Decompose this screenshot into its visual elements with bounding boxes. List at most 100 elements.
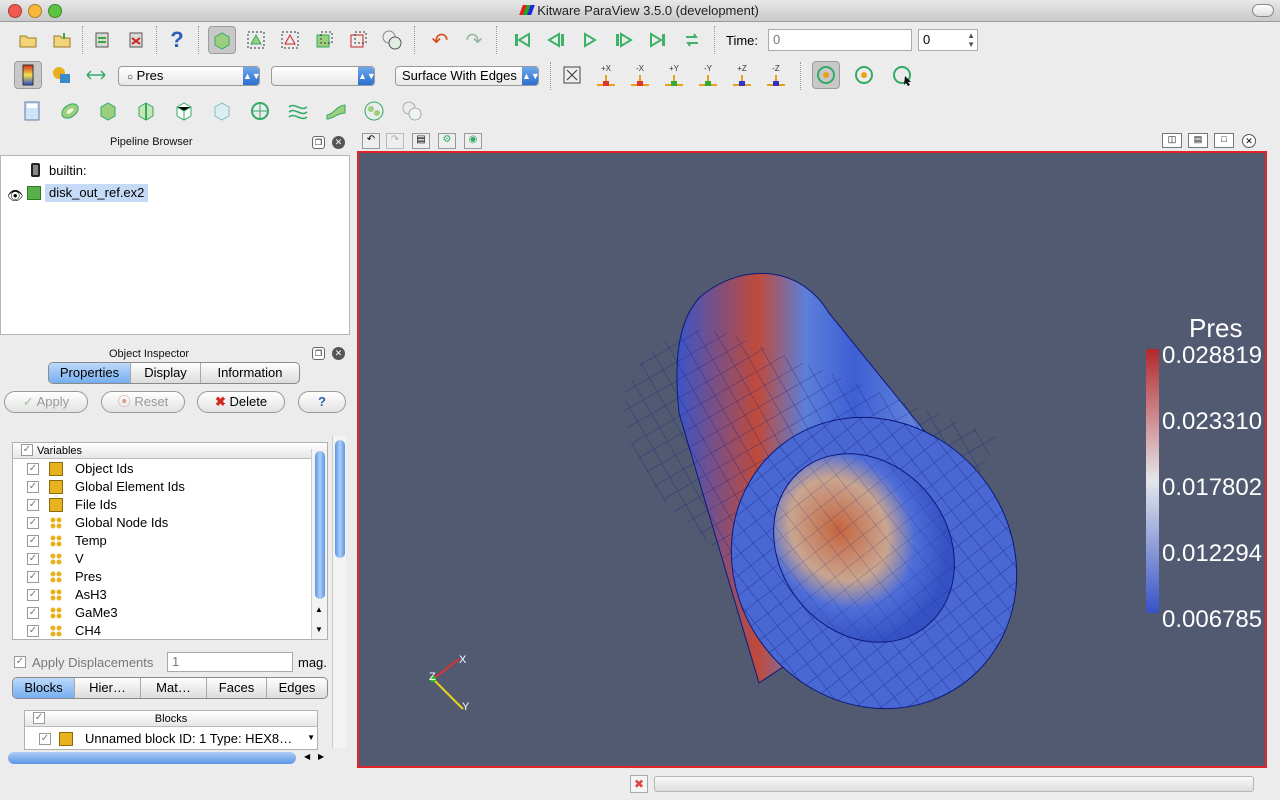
color-array-select[interactable]: ○ Pres ▲▼	[118, 66, 260, 86]
time-step-spinbox[interactable]: 0 ▲ ▼	[918, 29, 978, 51]
redo-icon[interactable]: ↷	[460, 26, 488, 54]
toolbar-toggle-button[interactable]	[1252, 4, 1274, 17]
component-select[interactable]: ▲▼	[271, 66, 375, 86]
select-cells-on-icon[interactable]	[242, 26, 270, 54]
scroll-right-icon[interactable]: ▶	[318, 752, 324, 761]
variable-checkbox[interactable]: ✓	[27, 499, 39, 511]
scroll-up-icon[interactable]: ▲	[315, 605, 323, 614]
open-recent-icon[interactable]	[48, 26, 76, 54]
variables-all-checkbox[interactable]: ✓	[21, 444, 33, 456]
undo-icon[interactable]: ↶	[426, 26, 454, 54]
select-block-icon[interactable]	[378, 26, 406, 54]
tab-blocks[interactable]: Blocks	[13, 678, 75, 698]
camera-view-button[interactable]: -Y	[694, 61, 722, 89]
tab-materials[interactable]: Mat…	[141, 678, 207, 698]
view-settings-icon[interactable]: ⚙	[438, 133, 456, 149]
camera-view-button[interactable]: -Z	[762, 61, 790, 89]
select-points-through-icon[interactable]	[344, 26, 372, 54]
variable-checkbox[interactable]: ✓	[27, 481, 39, 493]
maximize-view-icon[interactable]: □	[1214, 133, 1234, 148]
camera-view-button[interactable]: -X	[626, 61, 654, 89]
spreadsheet-icon[interactable]: ▤	[412, 133, 430, 149]
calculator-icon[interactable]	[18, 97, 46, 125]
close-panel-icon[interactable]: ✕	[332, 347, 345, 360]
variable-row[interactable]: ✓ Global Element Ids	[13, 478, 313, 496]
stream-tracer-icon[interactable]	[284, 97, 312, 125]
camera-view-button[interactable]: +X	[592, 61, 620, 89]
color-legend[interactable]: Pres 0.028819 0.023310 0.017802 0.012294 0.0…	[1146, 313, 1262, 633]
camera-redo-icon[interactable]: ↷	[386, 133, 404, 149]
close-panel-icon[interactable]: ✕	[332, 136, 345, 149]
rescale-range-icon[interactable]	[82, 61, 110, 89]
variable-row[interactable]: ✓ AsH3	[13, 586, 313, 604]
time-input[interactable]: 0	[768, 29, 912, 51]
split-horizontal-icon[interactable]: ◫	[1162, 133, 1182, 148]
variable-checkbox[interactable]: ✓	[27, 589, 39, 601]
interact-mode-icon[interactable]	[208, 26, 236, 54]
blocks-all-checkbox[interactable]: ✓	[33, 712, 45, 724]
variables-scrollbar[interactable]: ▲ ▼	[311, 449, 327, 639]
previous-frame-icon[interactable]	[542, 26, 570, 54]
tab-display[interactable]: Display	[131, 363, 201, 383]
color-legend-icon[interactable]	[48, 61, 76, 89]
inspector-scrollbar[interactable]	[332, 436, 346, 748]
float-panel-icon[interactable]: ❐	[312, 347, 325, 360]
render-view[interactable]: X Y Z Pres 0.028819 0.023310 0.017802 0.012…	[357, 151, 1267, 768]
close-view-icon[interactable]: ✕	[1242, 134, 1256, 148]
group-datasets-icon[interactable]	[360, 97, 388, 125]
scroll-down-icon[interactable]: ▼	[315, 625, 323, 634]
camera-view-button[interactable]: +Z	[728, 61, 756, 89]
threshold-icon[interactable]	[170, 97, 198, 125]
variable-checkbox[interactable]: ✓	[27, 607, 39, 619]
variable-row[interactable]: ✓ Temp	[13, 532, 313, 550]
camera-view-button[interactable]: +Y	[660, 61, 688, 89]
abort-icon[interactable]: ✖	[630, 775, 648, 793]
variable-checkbox[interactable]: ✓	[27, 463, 39, 475]
select-points-on-icon[interactable]	[276, 26, 304, 54]
block-checkbox[interactable]: ✓	[39, 733, 51, 745]
reset-button[interactable]: ⦿ Reset	[101, 391, 185, 413]
help-icon[interactable]: ?	[163, 26, 191, 54]
screenshot-icon[interactable]: ◉	[464, 133, 482, 149]
connect-server-icon[interactable]	[88, 26, 116, 54]
select-cells-through-icon[interactable]	[310, 26, 338, 54]
contour-icon[interactable]	[56, 97, 84, 125]
first-frame-icon[interactable]	[508, 26, 536, 54]
apply-displacements-checkbox[interactable]: ✓	[14, 656, 26, 668]
last-frame-icon[interactable]	[644, 26, 672, 54]
disconnect-server-icon[interactable]	[122, 26, 150, 54]
delete-button[interactable]: ✖ Delete	[197, 391, 285, 413]
clip-icon[interactable]	[94, 97, 122, 125]
variable-row[interactable]: ✓ Object Ids	[13, 460, 313, 478]
scroll-thumb[interactable]	[315, 451, 325, 599]
slice-icon[interactable]	[132, 97, 160, 125]
variable-checkbox[interactable]: ✓	[27, 517, 39, 529]
pipeline-item-builtin[interactable]: builtin:	[49, 163, 87, 178]
horizontal-scroll-thumb[interactable]	[8, 752, 296, 764]
variable-row[interactable]: ✓ Pres	[13, 568, 313, 586]
variable-row[interactable]: ✓ File Ids	[13, 496, 313, 514]
pipeline-item-disk-out-ref[interactable]: disk_out_ref.ex2	[45, 184, 149, 202]
eye-visibility-icon[interactable]: 👁	[7, 188, 24, 204]
pick-center-icon[interactable]	[888, 61, 916, 89]
glyph-icon[interactable]	[246, 97, 274, 125]
open-file-icon[interactable]	[14, 26, 42, 54]
extract-level-icon[interactable]	[398, 97, 426, 125]
variable-checkbox[interactable]: ✓	[27, 535, 39, 547]
block-row[interactable]: Unnamed block ID: 1 Type: HEX8…	[85, 731, 292, 746]
variable-checkbox[interactable]: ✓	[27, 625, 39, 637]
loop-icon[interactable]	[678, 26, 706, 54]
variable-checkbox[interactable]: ✓	[27, 571, 39, 583]
warp-vector-icon[interactable]	[322, 97, 350, 125]
apply-button[interactable]: ✓ Apply	[4, 391, 88, 413]
scroll-thumb[interactable]	[335, 440, 345, 558]
representation-select[interactable]: Surface With Edges ▲▼	[395, 66, 539, 86]
tab-hierarchy[interactable]: Hier…	[75, 678, 141, 698]
extract-subset-icon[interactable]	[208, 97, 236, 125]
scroll-down-icon[interactable]: ▼	[307, 733, 315, 742]
variable-row[interactable]: ✓ V	[13, 550, 313, 568]
spin-arrows-icon[interactable]: ▲ ▼	[967, 31, 975, 49]
variable-row[interactable]: ✓ GaMe3	[13, 604, 313, 622]
camera-undo-icon[interactable]: ↶	[362, 133, 380, 149]
reset-center-icon[interactable]	[850, 61, 878, 89]
